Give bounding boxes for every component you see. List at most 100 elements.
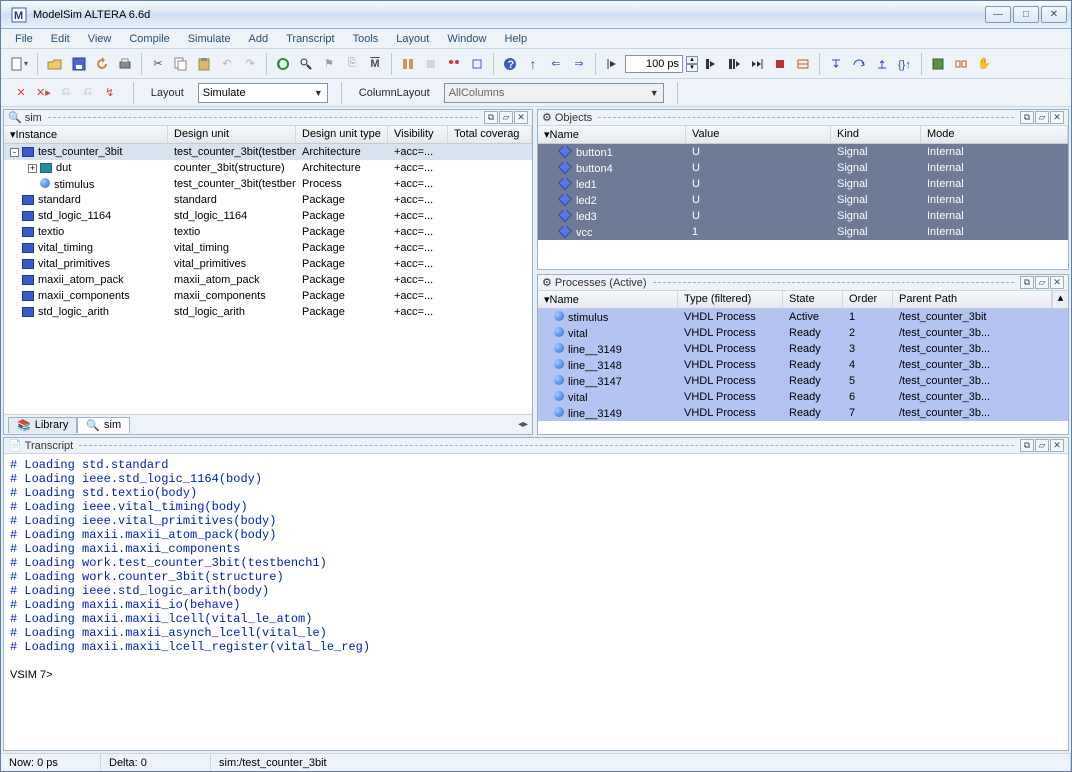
sim-row[interactable]: standardstandardPackage+acc=...	[4, 192, 532, 208]
step-into-button[interactable]	[826, 53, 846, 75]
sim-col-dut[interactable]: Design unit type	[296, 126, 388, 143]
tab-library[interactable]: 📚Library	[8, 417, 77, 433]
sim-col-du[interactable]: Design unit	[168, 126, 296, 143]
restart-button[interactable]	[928, 53, 948, 75]
tb2-btn1[interactable]: ✕	[11, 82, 31, 104]
compile-sel-button[interactable]	[421, 53, 441, 75]
wave-toggle-button[interactable]	[793, 53, 813, 75]
obj-col-mode[interactable]: Mode	[921, 126, 1068, 143]
proc-dock-button[interactable]: ⧉	[1020, 276, 1034, 289]
m-button[interactable]: M	[365, 53, 385, 75]
obj-col-kind[interactable]: Kind	[831, 126, 921, 143]
maximize-button[interactable]: □	[1013, 6, 1039, 23]
cut-button[interactable]: ✂	[148, 53, 168, 75]
process-row[interactable]: line__3149VHDL ProcessReady3/test_counte…	[538, 341, 1068, 357]
back-button[interactable]: ⇐	[546, 53, 566, 75]
menu-edit[interactable]: Edit	[43, 31, 78, 47]
step-out-button[interactable]	[872, 53, 892, 75]
stop-button[interactable]	[770, 53, 790, 75]
menu-file[interactable]: File	[7, 31, 41, 47]
sim-max-button[interactable]: ▱	[499, 111, 513, 124]
hand-button[interactable]: ✋	[974, 53, 994, 75]
object-row[interactable]: vcc1SignalInternal	[538, 224, 1068, 240]
run-to-button[interactable]	[602, 53, 622, 75]
reload-button[interactable]	[92, 53, 112, 75]
sim-row[interactable]: +dutcounter_3bit(structure)Architecture+…	[4, 160, 532, 176]
process-row[interactable]: line__3147VHDL ProcessReady5/test_counte…	[538, 373, 1068, 389]
sim-row[interactable]: textiotextioPackage+acc=...	[4, 224, 532, 240]
print-button[interactable]	[115, 53, 135, 75]
obj-col-name[interactable]: ▾Name	[538, 126, 686, 143]
save-button[interactable]	[69, 53, 89, 75]
sim-row[interactable]: std_logic_arithstd_logic_arithPackage+ac…	[4, 304, 532, 320]
tb2-btn5[interactable]: ↯	[100, 82, 120, 104]
undo-button[interactable]: ↶	[217, 53, 237, 75]
proc-col-state[interactable]: State	[783, 291, 843, 308]
forward-button[interactable]: ⇒	[569, 53, 589, 75]
tab-sim[interactable]: 🔍sim	[77, 417, 130, 433]
sim-row[interactable]: maxii_atom_packmaxii_atom_packPackage+ac…	[4, 272, 532, 288]
sim-row[interactable]: std_logic_1164std_logic_1164Package+acc=…	[4, 208, 532, 224]
menu-transcript[interactable]: Transcript	[278, 31, 343, 47]
goto-button[interactable]: ⎘	[342, 53, 362, 75]
tb2-btn2[interactable]: ✕▸	[33, 82, 54, 104]
process-row[interactable]: line__3149VHDL ProcessReady7/test_counte…	[538, 405, 1068, 421]
step-over-button[interactable]	[849, 53, 869, 75]
open-button[interactable]	[44, 53, 66, 75]
process-row[interactable]: vitalVHDL ProcessReady6/test_counter_3b.…	[538, 389, 1068, 405]
tr-dock-button[interactable]: ⧉	[1020, 439, 1034, 452]
obj-col-value[interactable]: Value	[686, 126, 831, 143]
simulate-button[interactable]	[467, 53, 487, 75]
sim-row[interactable]: stimulustest_counter_3bit(testbench1)Pro…	[4, 176, 532, 192]
object-row[interactable]: led1USignalInternal	[538, 176, 1068, 192]
menu-tools[interactable]: Tools	[345, 31, 387, 47]
transcript-output[interactable]: # Loading std.standard # Loading ieee.st…	[4, 454, 1068, 750]
process-row[interactable]: stimulusVHDL ProcessActive1/test_counter…	[538, 309, 1068, 325]
paste-button[interactable]	[194, 53, 214, 75]
obj-close-button[interactable]: ✕	[1050, 111, 1064, 124]
dataflow-button[interactable]	[951, 53, 971, 75]
step-return-button[interactable]: {}↑	[895, 53, 915, 75]
proc-close-button[interactable]: ✕	[1050, 276, 1064, 289]
processes-list[interactable]: stimulusVHDL ProcessActive1/test_counter…	[538, 309, 1068, 434]
proc-col-parent[interactable]: Parent Path	[893, 291, 1052, 308]
run-button[interactable]	[701, 53, 721, 75]
menu-window[interactable]: Window	[439, 31, 494, 47]
object-row[interactable]: button1USignalInternal	[538, 144, 1068, 160]
proc-col-name[interactable]: ▾Name	[538, 291, 678, 308]
sim-row[interactable]: maxii_componentsmaxii_componentsPackage+…	[4, 288, 532, 304]
menu-layout[interactable]: Layout	[388, 31, 437, 47]
proc-max-button[interactable]: ▱	[1035, 276, 1049, 289]
compile-button[interactable]	[398, 53, 418, 75]
redo-button[interactable]: ↷	[240, 53, 260, 75]
break-button[interactable]	[444, 53, 464, 75]
columnlayout-dropdown[interactable]: AllColumns▼	[444, 83, 664, 103]
tr-close-button[interactable]: ✕	[1050, 439, 1064, 452]
menu-simulate[interactable]: Simulate	[180, 31, 239, 47]
tr-max-button[interactable]: ▱	[1035, 439, 1049, 452]
object-row[interactable]: button4USignalInternal	[538, 160, 1068, 176]
object-row[interactable]: led3USignalInternal	[538, 208, 1068, 224]
sim-dock-button[interactable]: ⧉	[484, 111, 498, 124]
proc-col-type[interactable]: Type (filtered)	[678, 291, 783, 308]
layout-dropdown[interactable]: Simulate▼	[198, 83, 328, 103]
obj-max-button[interactable]: ▱	[1035, 111, 1049, 124]
up-button[interactable]: ↑	[523, 53, 543, 75]
find-button[interactable]	[296, 53, 316, 75]
menu-compile[interactable]: Compile	[121, 31, 177, 47]
tb2-btn4[interactable]: ⎌	[78, 82, 98, 104]
help-button[interactable]: ?	[500, 53, 520, 75]
object-row[interactable]: led2USignalInternal	[538, 192, 1068, 208]
close-button[interactable]: ✕	[1041, 6, 1067, 23]
process-row[interactable]: line__3148VHDL ProcessReady4/test_counte…	[538, 357, 1068, 373]
objects-list[interactable]: button1USignalInternalbutton4USignalInte…	[538, 144, 1068, 269]
minimize-button[interactable]: —	[985, 6, 1011, 23]
run-time-input[interactable]	[625, 55, 683, 73]
sim-col-cov[interactable]: Total coverag	[448, 126, 532, 143]
menu-view[interactable]: View	[80, 31, 120, 47]
sim-tree[interactable]: -test_counter_3bittest_counter_3bit(test…	[4, 144, 532, 414]
menu-help[interactable]: Help	[496, 31, 535, 47]
run-continue-button[interactable]	[724, 53, 744, 75]
toggle-bookmark-button[interactable]: ⚑	[319, 53, 339, 75]
time-spinner[interactable]: ▴▾	[686, 56, 698, 72]
